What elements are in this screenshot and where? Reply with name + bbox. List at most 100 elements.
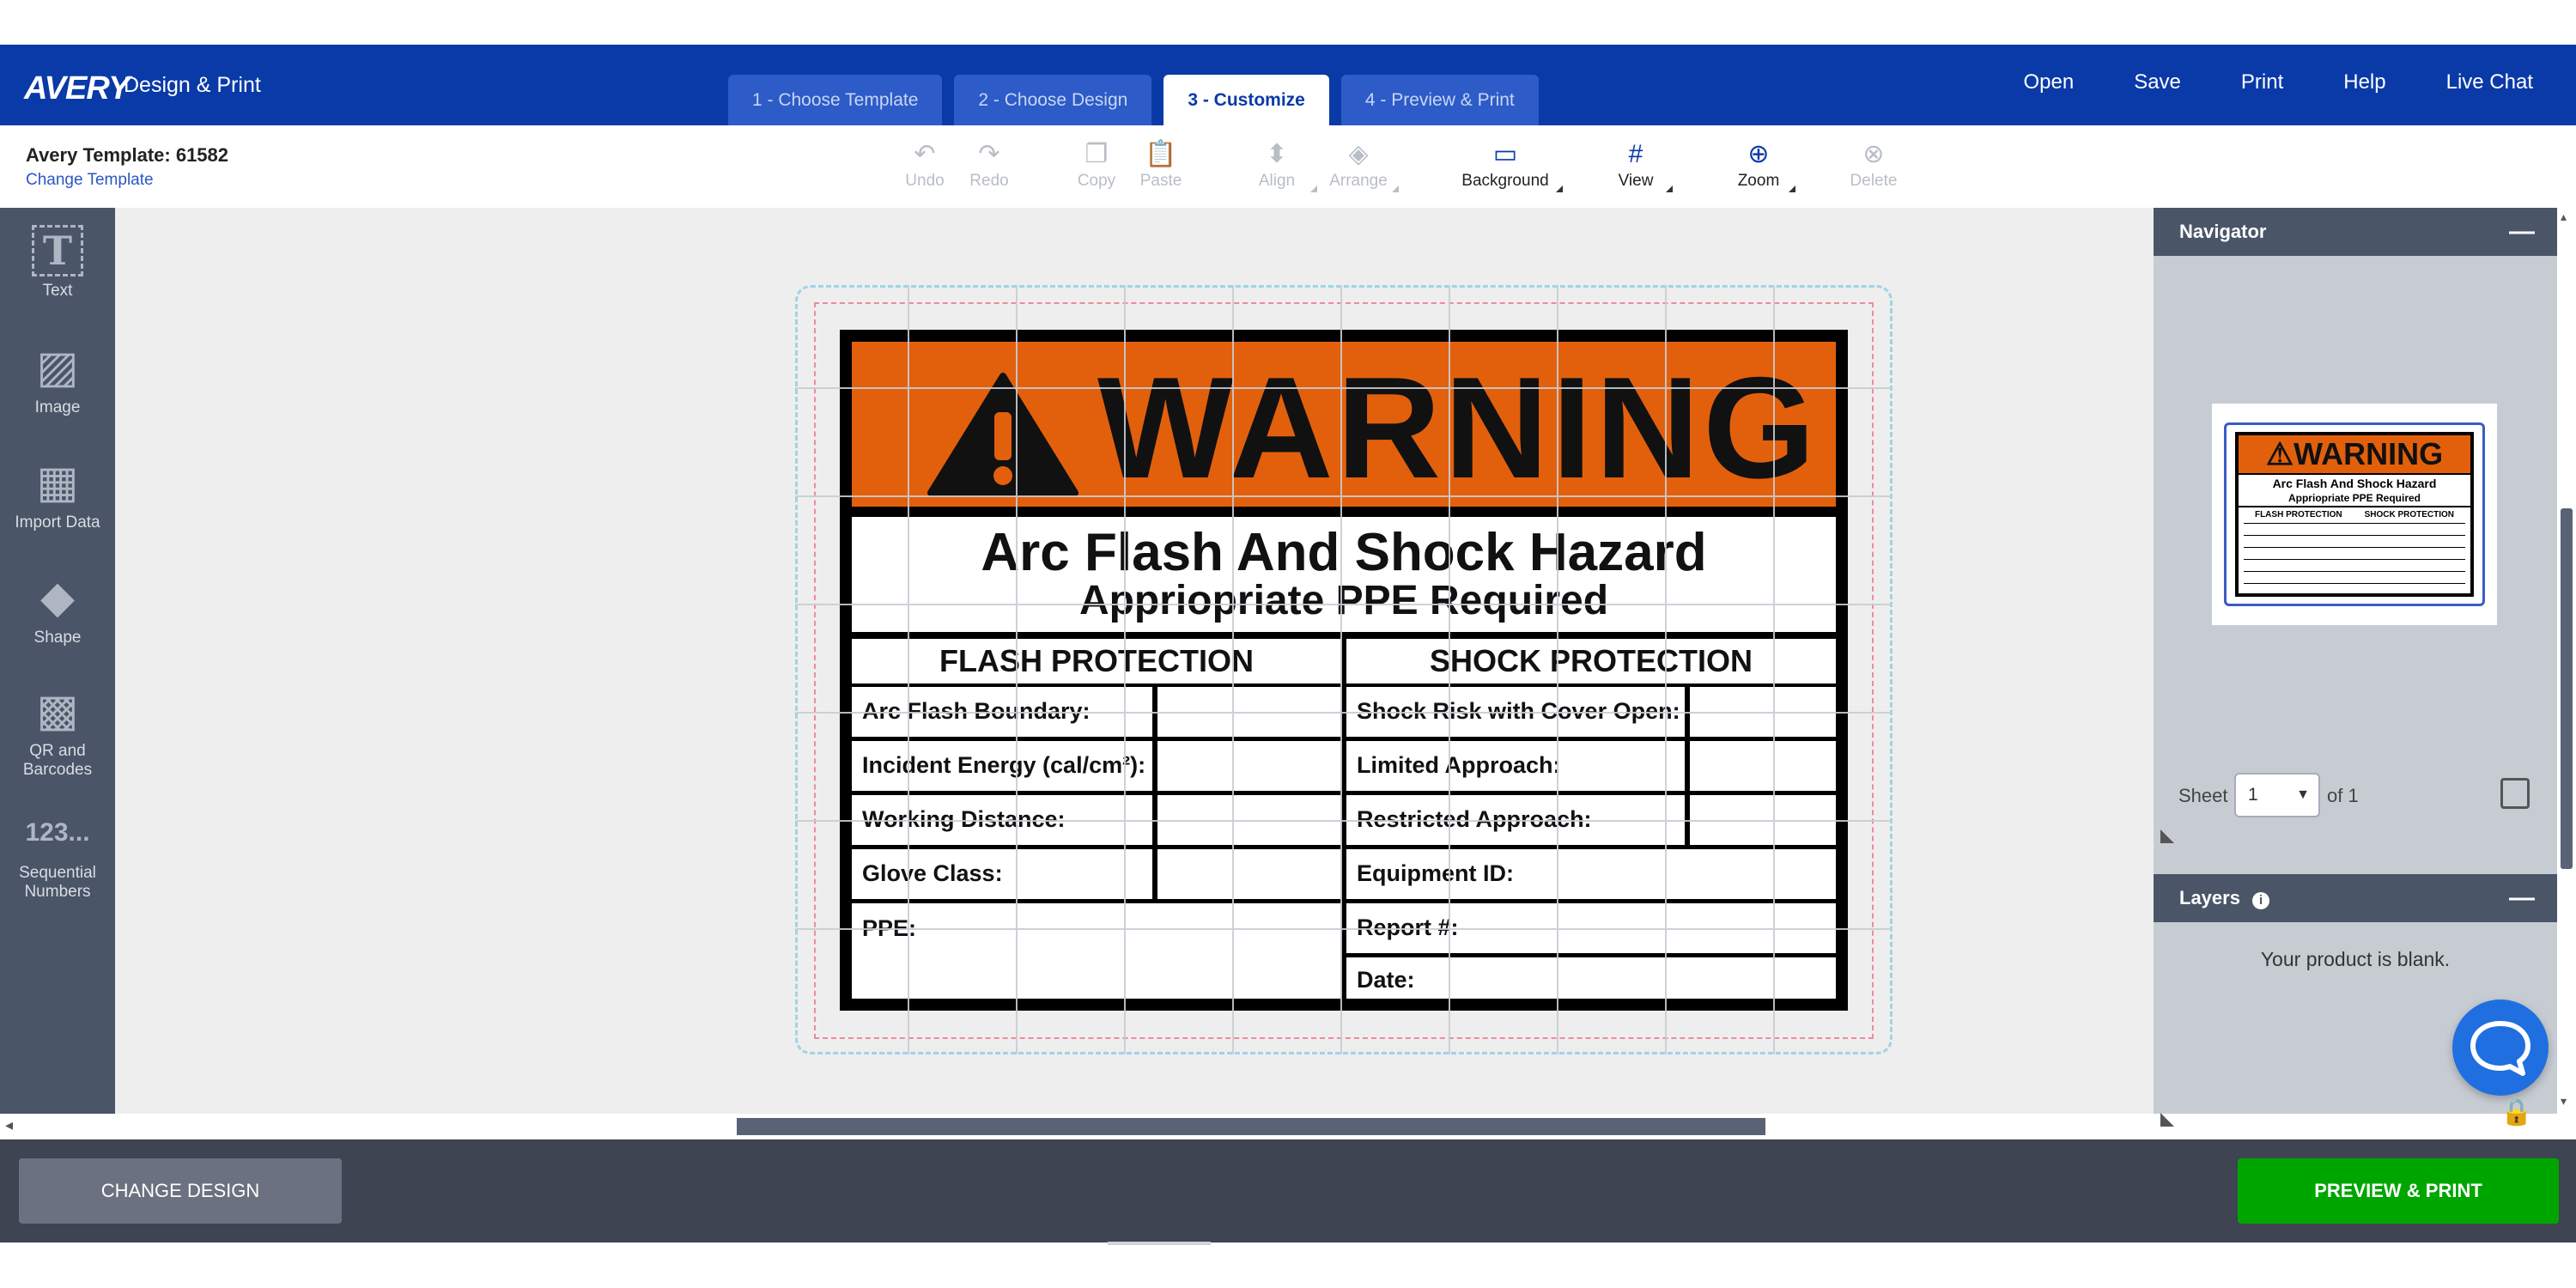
flash-protection-header: FLASH PROTECTION [852, 639, 1341, 683]
chat-button[interactable] [2452, 999, 2549, 1096]
lock-icon[interactable]: 🔒 [2500, 1097, 2532, 1127]
tab-choose-template[interactable]: 1 - Choose Template [728, 75, 943, 125]
arc-flash-boundary-value[interactable] [1157, 687, 1341, 737]
tab-choose-design[interactable]: 2 - Choose Design [954, 75, 1152, 125]
vertical-scroll-thumb[interactable] [2561, 508, 2573, 869]
change-template-link[interactable]: Change Template [26, 171, 154, 190]
arc-flash-boundary-label: Arc Flash Boundary: [852, 687, 1152, 737]
image-icon: ▨ [36, 343, 79, 392]
zoom-label: Zoom [1737, 172, 1780, 190]
navigator-collapse-icon[interactable]: — [2509, 208, 2535, 256]
save-link[interactable]: Save [2134, 70, 2181, 94]
sheet-label: Sheet [2178, 785, 2228, 806]
hazard-title-box[interactable]: Arc Flash And Shock Hazard Appriopriate … [852, 517, 1836, 632]
thumbnail-shock-header: SHOCK PROTECTION [2364, 510, 2455, 519]
print-link[interactable]: Print [2241, 70, 2283, 94]
top-strip [0, 0, 2576, 45]
text-tool-label: Text [42, 282, 73, 300]
navigator-header[interactable]: Navigator — [2154, 208, 2557, 256]
arrange-button[interactable]: ◈ Arrange [1311, 137, 1406, 192]
zoom-button[interactable]: ⊕ Zoom [1711, 137, 1806, 192]
horizontal-scroll-thumb[interactable] [737, 1118, 1765, 1135]
warning-sign[interactable]: WARNING Arc Flash And Shock Hazard Appri… [840, 330, 1848, 1011]
help-link[interactable]: Help [2343, 70, 2385, 94]
shape-tool[interactable]: ◆ Shape [0, 572, 115, 647]
layers-header[interactable]: Layers i — [2154, 874, 2557, 922]
shock-risk-value[interactable] [1690, 687, 1836, 737]
copy-label: Copy [1077, 172, 1116, 190]
import-data-tool-label: Import Data [15, 513, 100, 532]
image-tool[interactable]: ▨ Image [0, 342, 115, 417]
warning-text: WARNING [1097, 347, 1819, 508]
warning-banner[interactable]: WARNING [852, 342, 1836, 507]
sequential-numbers-icon: 123... [25, 818, 90, 847]
redo-label: Redo [969, 172, 1009, 190]
thumbnail-headers: FLASH PROTECTION SHOCK PROTECTION [2244, 509, 2465, 521]
thumbnail-banner: ⚠WARNING [2239, 435, 2470, 473]
tab-preview-print[interactable]: 4 - Preview & Print [1340, 75, 1539, 125]
redo-button[interactable]: ↷ Redo [942, 137, 1036, 191]
align-icon: ⬍ [1266, 140, 1288, 168]
scroll-up-arrow-icon[interactable]: ▴ [2561, 210, 2567, 224]
view-button[interactable]: # View [1589, 137, 1683, 192]
scroll-left-arrow-icon[interactable]: ◂ [5, 1116, 13, 1134]
tab-customize[interactable]: 3 - Customize [1163, 75, 1329, 125]
layers-resize-handle-icon[interactable] [2160, 1113, 2174, 1127]
sheet-count: of 1 [2327, 785, 2359, 806]
import-data-tool[interactable]: ▦ Import Data [0, 457, 115, 532]
footer-bar: CHANGE DESIGN PREVIEW & PRINT [0, 1139, 2576, 1242]
toolbar: Avery Template: 61582 Change Template ↶ … [0, 125, 2576, 208]
limited-approach-value[interactable] [1690, 741, 1836, 791]
thumbnail-sign: ⚠WARNING Arc Flash And Shock Hazard Appr… [2235, 432, 2474, 597]
avery-logo[interactable]: AVERY [24, 70, 130, 107]
layers-collapse-icon[interactable]: — [2509, 874, 2535, 922]
right-panel [2154, 208, 2557, 1114]
sheet-select-value: 1 [2248, 785, 2258, 805]
add-sheet-icon[interactable] [2500, 778, 2530, 809]
view-dropdown-indicator [1666, 185, 1673, 192]
navigator-thumbnail[interactable]: ⚠WARNING Arc Flash And Shock Hazard Appr… [2212, 404, 2497, 625]
live-chat-link[interactable]: Live Chat [2446, 70, 2533, 94]
delete-icon: ⊗ [1862, 140, 1885, 168]
restricted-approach-value[interactable] [1690, 795, 1836, 845]
delete-button[interactable]: ⊗ Delete [1826, 137, 1921, 191]
align-button[interactable]: ⬍ Align [1230, 137, 1324, 192]
glove-class-value[interactable] [1157, 849, 1341, 899]
limited-approach-label: Limited Approach: [1346, 741, 1685, 791]
open-link[interactable]: Open [2023, 70, 2074, 94]
arrange-dropdown-indicator [1392, 185, 1399, 192]
thumbnail-banner-text: WARNING [2293, 436, 2444, 471]
image-tool-label: Image [34, 398, 81, 416]
bottom-grabber [1108, 1242, 1211, 1245]
arrange-label: Arrange [1329, 172, 1388, 190]
navigator-resize-handle-icon[interactable] [2160, 829, 2174, 843]
working-distance-label: Working Distance: [852, 795, 1152, 845]
sheet-select[interactable]: 1 ▼ [2234, 773, 2320, 817]
zoom-icon: ⊕ [1747, 140, 1770, 168]
scroll-down-arrow-icon[interactable]: ▾ [2561, 1094, 2567, 1109]
shock-risk-label: Shock Risk with Cover Open: [1346, 687, 1685, 737]
paste-icon: 📋 [1145, 140, 1177, 168]
brand-name: Design & Print [124, 73, 261, 97]
warning-triangle-icon [927, 373, 1078, 496]
qr-barcodes-tool[interactable]: ▩ QR and Barcodes [0, 685, 115, 780]
change-design-button[interactable]: CHANGE DESIGN [19, 1158, 342, 1224]
equipment-id-label: Equipment ID: [1346, 849, 1836, 899]
date-label: Date: [1346, 957, 1836, 999]
sequential-numbers-tool[interactable]: 123... Sequential Numbers [0, 807, 115, 902]
paste-button[interactable]: 📋 Paste [1114, 137, 1208, 191]
thumbnail-title: Arc Flash And Shock Hazard Appriopriate … [2239, 475, 2470, 506]
info-icon[interactable]: i [2252, 892, 2270, 909]
chevron-down-icon: ▼ [2296, 787, 2310, 802]
working-distance-value[interactable] [1157, 795, 1341, 845]
report-number-label: Report #: [1346, 903, 1836, 953]
text-tool[interactable]: T Text [0, 225, 115, 301]
preview-print-button[interactable]: PREVIEW & PRINT [2238, 1158, 2559, 1224]
redo-icon: ↷ [978, 140, 1000, 168]
layers-title: Layers [2179, 887, 2240, 908]
incident-energy-value[interactable] [1157, 741, 1341, 791]
align-label: Align [1258, 172, 1296, 190]
shape-icon: ◆ [40, 573, 75, 623]
qr-tool-label: QR and Barcodes [22, 742, 93, 779]
background-button[interactable]: ▭ Background [1449, 137, 1563, 192]
